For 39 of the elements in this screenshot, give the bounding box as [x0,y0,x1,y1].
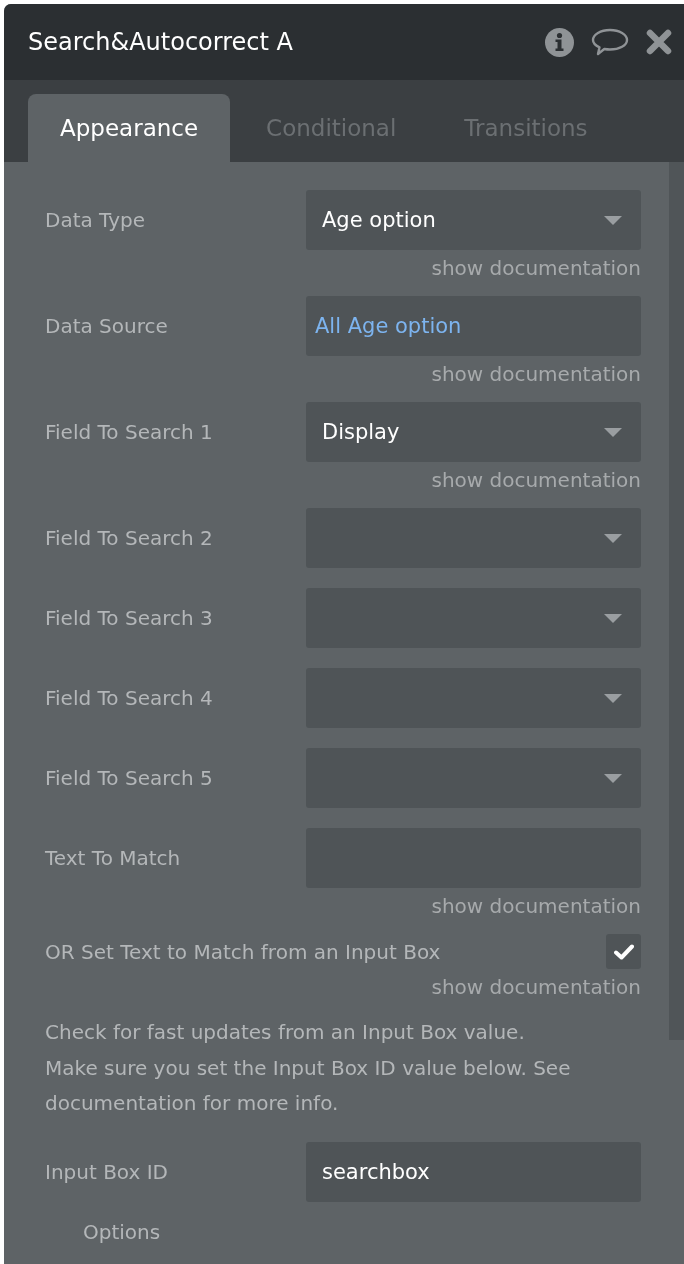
dropdown[interactable]: Display [306,402,641,462]
caret-icon [604,613,622,623]
chat-bubble-icon[interactable] [591,28,629,56]
documentation-link[interactable]: show documentation [431,468,641,492]
property-label: Field To Search 5 [45,766,214,790]
expression-field[interactable]: All Age option [306,296,641,356]
section-title[interactable]: Options [45,1219,641,1244]
scrollbar-thumb[interactable] [669,162,684,1040]
documentation-link[interactable]: show documentation [431,894,641,918]
property-label: Input Box ID [45,1159,169,1184]
caret-icon [604,693,622,703]
help-text: Check for fast updates from an Input Box value. Make sure you set the Input Box ID value below. See documentation for more info. [45,1019,572,1117]
property-label: Field To Search 3 [45,606,214,630]
documentation-link[interactable]: show documentation [431,975,641,999]
property-label: Field To Search 1 [45,420,214,444]
caret-icon [604,427,622,437]
property-label: Data Source [45,314,169,338]
property-label: Field To Search 2 [45,526,214,550]
input-field[interactable]: searchbox [306,1141,641,1202]
check-icon [613,943,634,960]
close-icon[interactable] [646,29,672,55]
info-icon[interactable] [545,27,574,57]
dropdown[interactable] [306,588,641,648]
dropdown[interactable] [306,668,641,728]
dropdown[interactable]: Age option [306,190,641,250]
property-label: Text To Match [45,846,182,870]
caret-icon [604,215,622,225]
property-label: OR Set Text to Match from an Input Box [45,939,442,964]
checkbox[interactable] [606,934,641,969]
property-label: Data Type [45,208,147,232]
property-label: Field To Search 4 [45,686,214,710]
documentation-link[interactable]: show documentation [431,362,641,386]
caret-icon [604,773,622,783]
tab[interactable]: Appearance [28,94,231,162]
dropdown[interactable] [306,748,641,808]
documentation-link[interactable]: show documentation [431,256,641,280]
dropdown[interactable] [306,508,641,568]
caret-icon [604,533,622,543]
panel-title: Search&Autocorrect A [28,28,293,56]
